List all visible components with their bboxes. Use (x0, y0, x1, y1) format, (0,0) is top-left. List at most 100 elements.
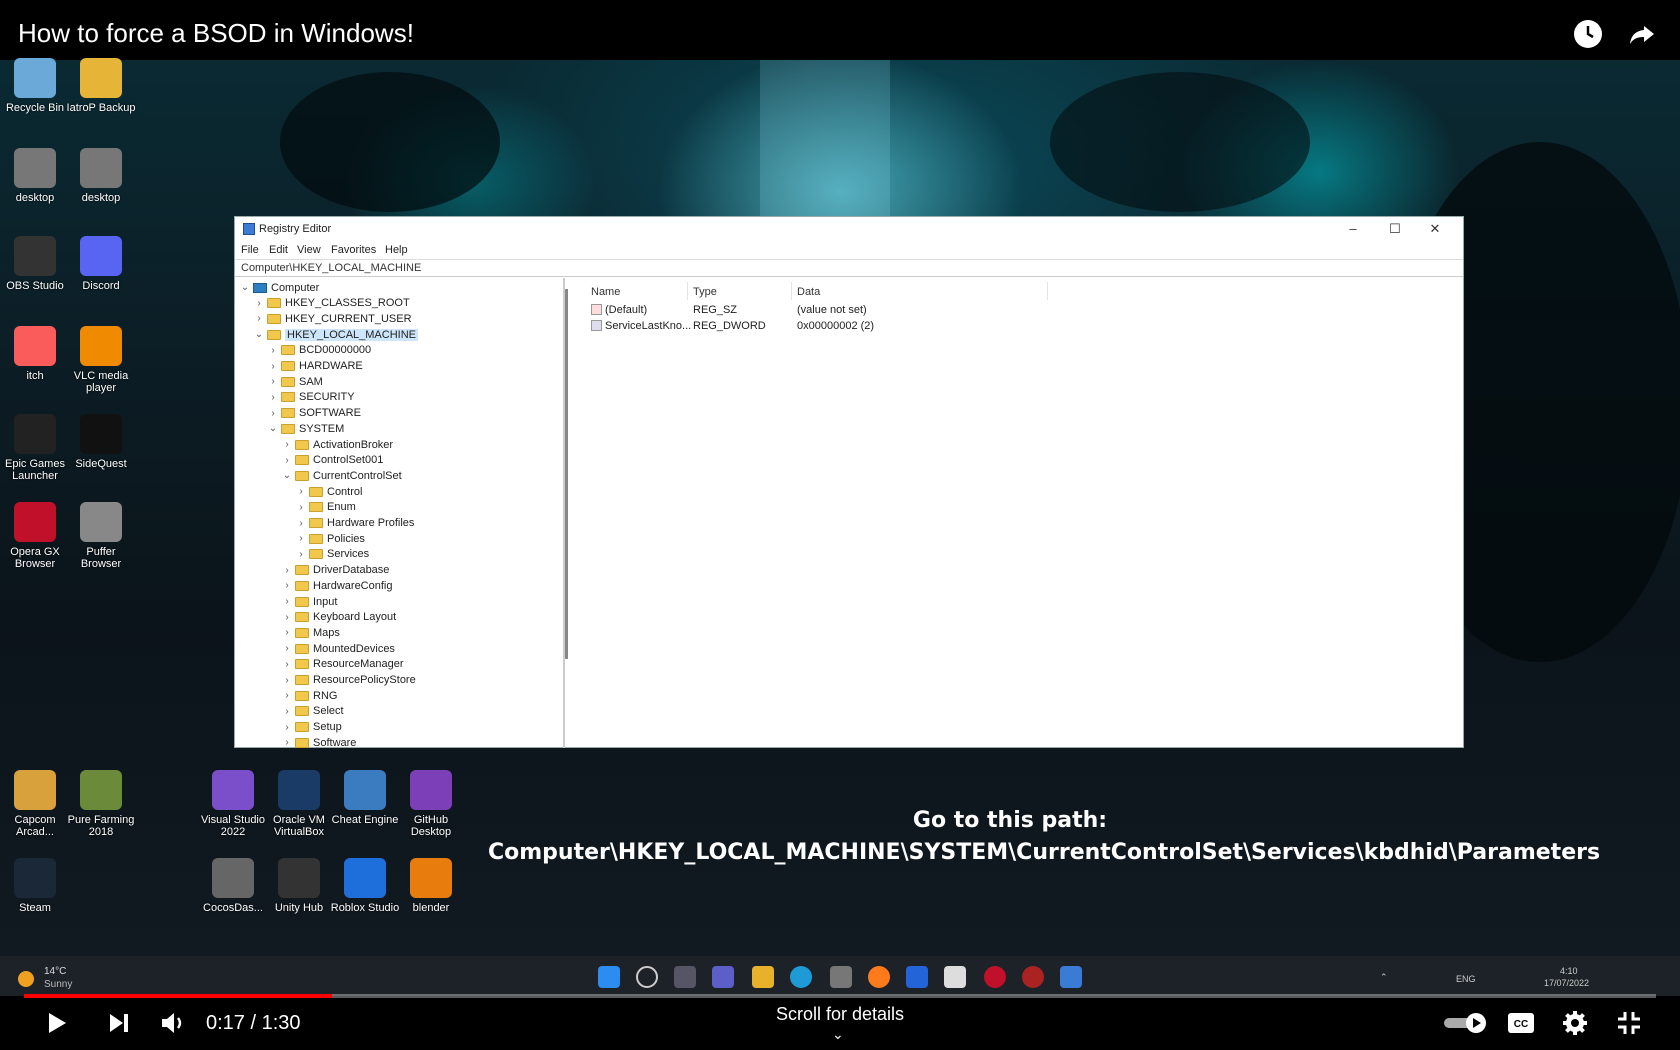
menu-file[interactable]: File (241, 244, 259, 256)
chevron-right-icon[interactable]: › (281, 690, 293, 701)
desktop-shortcut[interactable]: itch (0, 326, 70, 382)
chevron-right-icon[interactable]: › (253, 313, 265, 324)
tree-node[interactable]: › RNG (281, 688, 337, 703)
tree-node[interactable]: ⌄ Computer (239, 280, 320, 295)
chevron-right-icon[interactable]: › (295, 486, 307, 497)
start-icon[interactable] (598, 966, 620, 988)
search-icon[interactable] (636, 966, 658, 988)
chevron-right-icon[interactable]: › (281, 659, 293, 670)
chevron-right-icon[interactable]: › (281, 706, 293, 717)
maximize-button[interactable]: ☐ (1375, 219, 1415, 239)
tree-scrollbar[interactable] (565, 289, 568, 659)
title-bar[interactable]: Registry Editor – ☐ ✕ (235, 217, 1463, 241)
tree-node[interactable]: › Software (281, 735, 356, 748)
column-header-name[interactable]: Name (591, 286, 620, 298)
tree-node[interactable]: › HKEY_CURRENT_USER (253, 311, 411, 326)
dropbox-icon[interactable] (906, 966, 928, 988)
tree-node[interactable]: › ActivationBroker (281, 437, 393, 452)
settings-gear-icon[interactable] (1560, 1008, 1590, 1038)
desktop-shortcut[interactable]: Roblox Studio (330, 858, 400, 914)
tree-node[interactable]: › Policies (295, 531, 365, 546)
tree-node[interactable]: › Select (281, 704, 343, 719)
chevron-down-icon[interactable]: ⌄ (253, 329, 265, 340)
tree-node[interactable]: › SOFTWARE (267, 406, 361, 421)
chevron-right-icon[interactable]: › (281, 596, 293, 607)
tree-node[interactable]: › BCD00000000 (267, 343, 371, 358)
desktop-shortcut[interactable]: IatroP Backup (66, 58, 136, 114)
chevron-down-icon[interactable]: ⌄ (267, 423, 279, 434)
chevron-right-icon[interactable]: › (281, 675, 293, 686)
tree-node[interactable]: › SECURITY (267, 390, 354, 405)
tree-node[interactable]: ⌄ HKEY_LOCAL_MACHINE (253, 327, 418, 342)
column-divider[interactable] (791, 282, 792, 300)
watch-later-icon[interactable] (1572, 18, 1604, 50)
chevron-right-icon[interactable]: › (281, 627, 293, 638)
column-divider[interactable] (1047, 282, 1048, 300)
chevron-right-icon[interactable]: › (295, 518, 307, 529)
clock-date[interactable]: 17/07/2022 (1544, 978, 1589, 988)
tree-node[interactable]: › HKEY_CLASSES_ROOT (253, 296, 409, 311)
tree-node[interactable]: › Keyboard Layout (281, 610, 396, 625)
desktop-shortcut[interactable]: Steam (0, 858, 70, 914)
video-title[interactable]: How to force a BSOD in Windows! (18, 18, 414, 49)
chevron-right-icon[interactable]: › (267, 408, 279, 419)
registry-editor-window[interactable]: Registry Editor – ☐ ✕ File Edit View Fav… (234, 216, 1464, 748)
scroll-for-details[interactable]: Scroll for details (0, 1004, 1680, 1025)
chevron-right-icon[interactable]: › (281, 643, 293, 654)
column-divider[interactable] (687, 282, 688, 300)
task-view-icon[interactable] (674, 966, 696, 988)
teams-icon[interactable] (712, 966, 734, 988)
menu-favorites[interactable]: Favorites (331, 244, 376, 256)
opera-gx-icon[interactable] (984, 966, 1006, 988)
desktop-shortcut[interactable]: Opera GX Browser (0, 502, 70, 570)
tree-node[interactable]: › Setup (281, 720, 341, 735)
tree-node[interactable]: › ResourceManager (281, 657, 403, 672)
autoplay-toggle[interactable] (1442, 1008, 1488, 1038)
chevron-right-icon[interactable]: › (267, 345, 279, 356)
value-name[interactable]: ServiceLastKno... (605, 320, 691, 332)
firefox-icon[interactable] (868, 966, 890, 988)
tree-node[interactable]: › Hardware Profiles (295, 516, 414, 531)
edge-icon[interactable] (790, 966, 812, 988)
chevron-right-icon[interactable]: › (253, 298, 265, 309)
tree-node[interactable]: › ResourcePolicyStore (281, 673, 415, 688)
clock-time[interactable]: 4:10 (1560, 966, 1578, 976)
desktop-shortcut[interactable]: CocosDas... (198, 858, 268, 914)
tree-node[interactable]: › MountedDevices (281, 641, 395, 656)
language-indicator[interactable]: ENG (1456, 974, 1476, 984)
tree-node[interactable]: › DriverDatabase (281, 563, 389, 578)
desktop-shortcut[interactable]: desktop (0, 148, 70, 204)
desktop-shortcut[interactable]: Recycle Bin (0, 58, 70, 114)
tree-node[interactable]: › Input (281, 594, 337, 609)
desktop-shortcut[interactable]: blender (396, 858, 466, 914)
chevron-down-icon[interactable]: ⌄ (832, 1026, 844, 1043)
desktop-shortcut[interactable]: desktop (66, 148, 136, 204)
chevron-right-icon[interactable]: › (295, 549, 307, 560)
chevron-right-icon[interactable]: › (281, 580, 293, 591)
tree-node[interactable]: › SAM (267, 374, 323, 389)
desktop-shortcut[interactable]: SideQuest (66, 414, 136, 470)
desktop-shortcut[interactable]: Epic Games Launcher (0, 414, 70, 482)
captions-icon[interactable]: CC (1506, 1008, 1536, 1038)
menu-view[interactable]: View (297, 244, 321, 256)
close-button[interactable]: ✕ (1415, 219, 1455, 239)
tree-node[interactable]: › HARDWARE (267, 359, 362, 374)
tree-node[interactable]: › Control (295, 484, 362, 499)
menu-edit[interactable]: Edit (269, 244, 288, 256)
chevron-right-icon[interactable]: › (281, 612, 293, 623)
chevron-right-icon[interactable]: › (281, 722, 293, 733)
chevron-right-icon[interactable]: › (281, 565, 293, 576)
app-icon[interactable] (1022, 966, 1044, 988)
progress-bar[interactable] (24, 994, 1656, 998)
tree-node[interactable]: › Maps (281, 625, 340, 640)
minimize-button[interactable]: – (1333, 219, 1373, 239)
chevron-right-icon[interactable]: › (267, 376, 279, 387)
tree-node[interactable]: ⌄ CurrentControlSet (281, 468, 402, 483)
chevron-right-icon[interactable]: › (281, 737, 293, 748)
exit-fullscreen-icon[interactable] (1614, 1008, 1644, 1038)
share-icon[interactable] (1626, 18, 1658, 50)
chevron-right-icon[interactable]: › (295, 502, 307, 513)
menu-help[interactable]: Help (385, 244, 408, 256)
tree-node[interactable]: › Enum (295, 500, 355, 515)
column-header-data[interactable]: Data (797, 286, 820, 298)
